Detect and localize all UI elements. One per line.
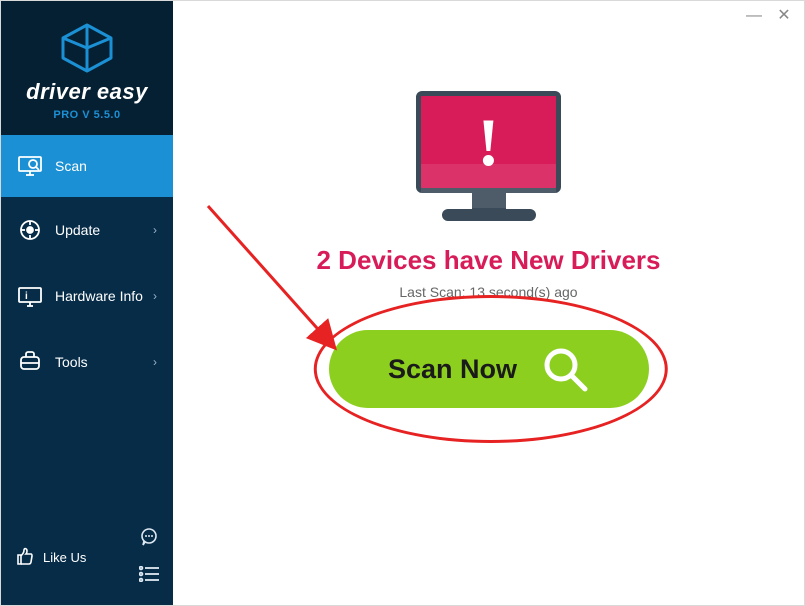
like-us-button[interactable]: Like Us xyxy=(15,546,86,569)
scan-now-label: Scan Now xyxy=(388,354,517,385)
app-window: driver easy PRO V 5.5.0 Scan xyxy=(0,0,805,606)
content: ! 2 Devices have New Drivers Last Scan: … xyxy=(173,31,804,605)
thumbs-up-icon xyxy=(15,546,35,569)
monitor-illustration: ! xyxy=(416,91,561,221)
minimize-button[interactable]: — xyxy=(742,4,766,28)
last-scan-text: Last Scan: 13 second(s) ago xyxy=(399,284,577,300)
status-headline: 2 Devices have New Drivers xyxy=(317,245,661,276)
sidebar-item-hardware[interactable]: i Hardware Info › xyxy=(1,263,173,329)
sidebar-item-update[interactable]: Update › xyxy=(1,197,173,263)
hardware-info-icon: i xyxy=(17,283,43,309)
sidebar-item-label: Scan xyxy=(55,158,87,174)
logo-block: driver easy PRO V 5.5.0 xyxy=(1,1,173,135)
tools-icon xyxy=(17,349,43,375)
scan-now-button[interactable]: Scan Now xyxy=(329,330,649,408)
sidebar-item-label: Tools xyxy=(55,354,88,370)
feedback-icon[interactable] xyxy=(139,527,159,552)
menu-icon[interactable] xyxy=(139,566,159,587)
sidebar-footer: Like Us xyxy=(1,515,173,605)
sidebar-nav: Scan Update › xyxy=(1,135,173,395)
magnifier-icon xyxy=(541,345,589,393)
exclamation-icon: ! xyxy=(477,103,500,182)
chevron-right-icon: › xyxy=(153,355,157,369)
scan-icon xyxy=(17,153,43,179)
sidebar-item-label: Update xyxy=(55,222,100,238)
titlebar: — ✕ xyxy=(173,1,804,31)
brand-version: PRO V 5.5.0 xyxy=(1,109,173,121)
main-panel: — ✕ ! 2 Devices have New Drivers Last Sc… xyxy=(173,1,804,605)
sidebar-item-label: Hardware Info xyxy=(55,288,143,304)
logo-icon xyxy=(59,23,115,73)
svg-text:i: i xyxy=(25,291,28,302)
sidebar-item-tools[interactable]: Tools › xyxy=(1,329,173,395)
scan-button-wrap: Scan Now xyxy=(329,330,649,408)
footer-icons xyxy=(139,527,159,587)
update-icon xyxy=(17,217,43,243)
brand-name: driver easy xyxy=(1,79,173,105)
sidebar: driver easy PRO V 5.5.0 Scan xyxy=(1,1,173,605)
close-button[interactable]: ✕ xyxy=(772,4,796,28)
chevron-right-icon: › xyxy=(153,223,157,237)
sidebar-item-scan[interactable]: Scan xyxy=(1,135,173,197)
alert-screen: ! xyxy=(416,91,561,193)
like-us-label: Like Us xyxy=(43,550,86,565)
chevron-right-icon: › xyxy=(153,289,157,303)
